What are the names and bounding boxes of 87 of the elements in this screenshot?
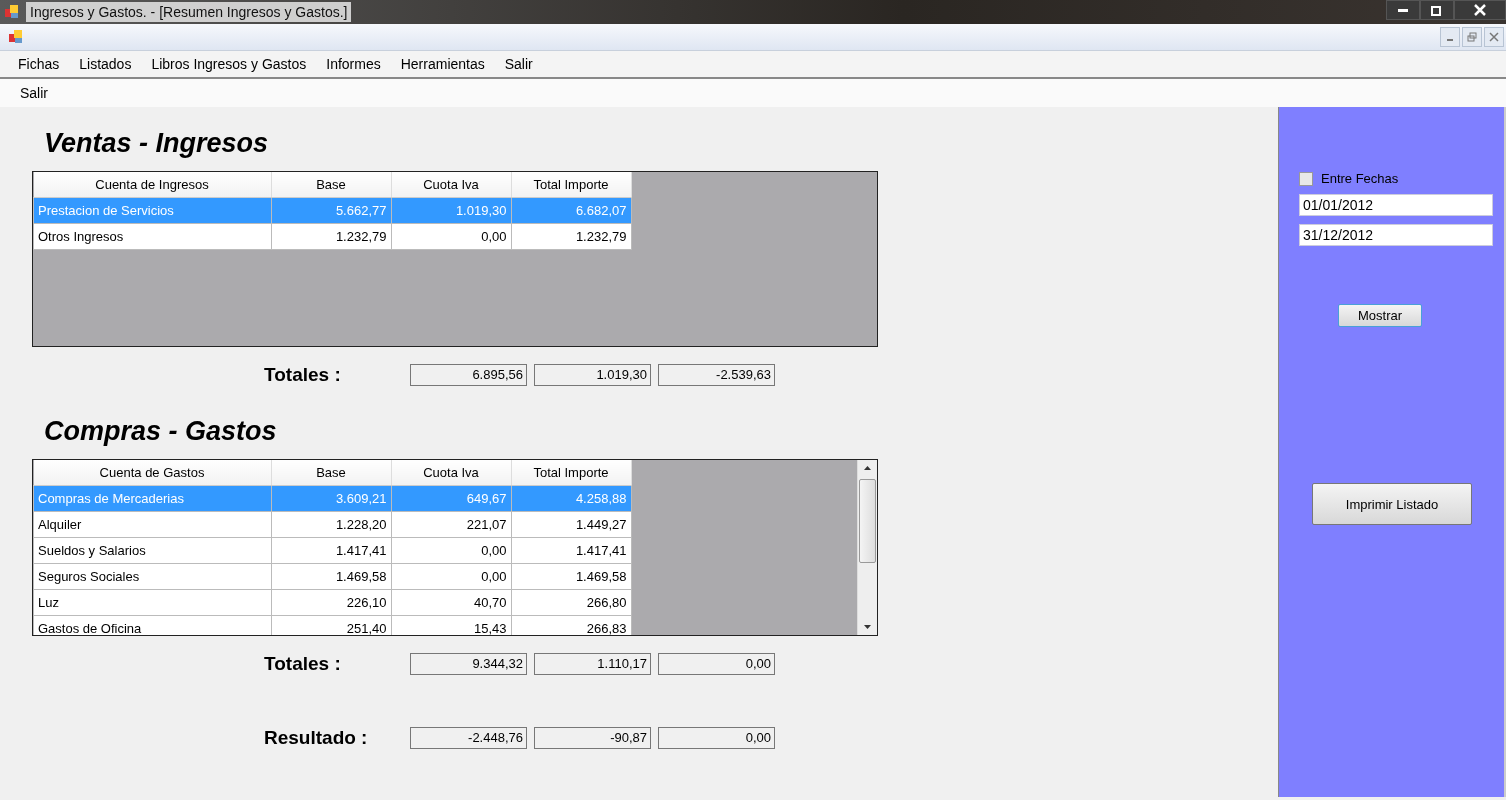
total-field: 6.895,56 (410, 364, 527, 386)
column-header[interactable]: Cuota Iva (391, 460, 511, 486)
table-row[interactable]: Gastos de Oficina 251,40 15,43 266,83 (33, 615, 631, 635)
column-header[interactable]: Base (271, 172, 391, 198)
table-cell: 1.417,41 (271, 537, 391, 564)
table-cell: 3.609,21 (271, 485, 391, 512)
table-cell: 0,00 (391, 537, 511, 564)
table-cell: Sueldos y Salarios (33, 537, 271, 564)
date-to-field[interactable]: 31/12/2012 (1299, 224, 1493, 246)
window-title: Ingresos y Gastos. - [Resumen Ingresos y Gastos.] (26, 2, 352, 22)
table-cell: 221,07 (391, 511, 511, 538)
print-button[interactable]: Imprimir Listado (1312, 483, 1472, 525)
column-header[interactable]: Cuenta de Gastos (33, 460, 271, 486)
menu-item[interactable]: Libros Ingresos y Gastos (141, 56, 317, 72)
table-cell: 1.228,20 (271, 511, 391, 538)
app-icon (4, 4, 20, 20)
table-cell: 1.232,79 (511, 223, 631, 250)
table-cell: 0,00 (391, 223, 511, 250)
column-header[interactable]: Total Importe (511, 460, 631, 486)
restore-icon (1467, 32, 1477, 42)
scroll-thumb[interactable] (859, 479, 876, 563)
column-header[interactable]: Cuenta de Ingresos (33, 172, 271, 198)
result-field: -90,87 (534, 727, 651, 749)
date-from-field[interactable]: 01/01/2012 (1299, 194, 1493, 216)
scroll-up-icon (863, 465, 872, 471)
toolbar-item[interactable]: Salir (10, 85, 58, 101)
table-cell: Seguros Sociales (33, 563, 271, 590)
restore-button[interactable] (1462, 27, 1482, 47)
table-cell: Otros Ingresos (33, 223, 271, 250)
table-cell: 1.417,41 (511, 537, 631, 564)
table-row[interactable]: Sueldos y Salarios 1.417,41 0,00 1.417,41 (33, 537, 631, 564)
table-cell: 226,10 (271, 589, 391, 616)
column-header[interactable]: Base (271, 460, 391, 486)
scrollbar[interactable] (857, 460, 877, 635)
total-field: 0,00 (658, 653, 775, 675)
table-cell: Compras de Mercaderias (33, 485, 271, 512)
app-icon (8, 29, 24, 45)
table-cell: 40,70 (391, 589, 511, 616)
section-title: Ventas - Ingresos (43, 127, 270, 160)
show-button[interactable]: Mostrar (1338, 304, 1422, 327)
minimize-button[interactable] (1386, 0, 1420, 20)
table-cell: 1.469,58 (271, 563, 391, 590)
table-cell: 649,67 (391, 485, 511, 512)
table-row[interactable]: Otros Ingresos 1.232,79 0,00 1.232,79 (33, 223, 631, 250)
table-cell: 1.232,79 (271, 223, 391, 250)
column-header[interactable]: Total Importe (511, 172, 631, 198)
maximize-button[interactable] (1420, 0, 1454, 20)
table-cell: Luz (33, 589, 271, 616)
close-icon (1489, 32, 1499, 42)
minimize-icon (1447, 39, 1453, 41)
close-button[interactable] (1454, 0, 1506, 20)
result-label: Resultado : (264, 727, 369, 749)
table-cell: 6.682,07 (511, 197, 631, 224)
total-field: 1.110,17 (534, 653, 651, 675)
result-field: 0,00 (658, 727, 775, 749)
table-cell: 5.662,77 (271, 197, 391, 224)
checkbox[interactable] (1299, 171, 1313, 186)
table-cell: 0,00 (391, 563, 511, 590)
menu-item[interactable]: Fichas (8, 56, 70, 72)
close-icon (1474, 4, 1486, 16)
menu-item[interactable]: Informes (316, 56, 391, 72)
totals-label: Totales : (264, 653, 342, 675)
result-field: -2.448,76 (410, 727, 527, 749)
scroll-down-icon (863, 624, 872, 630)
table-row[interactable]: Seguros Sociales 1.469,58 0,00 1.469,58 (33, 563, 631, 590)
table-cell: Gastos de Oficina (33, 615, 271, 635)
table-cell: Alquiler (33, 511, 271, 538)
table-cell: 1.019,30 (391, 197, 511, 224)
menu-item[interactable]: Herramientas (390, 56, 495, 72)
table-cell: 1.469,58 (511, 563, 631, 590)
checkbox-label: Entre Fechas (1321, 171, 1399, 186)
minimize-icon (1398, 8, 1408, 12)
menu-item[interactable]: Listados (69, 56, 142, 72)
table-cell: 1.449,27 (511, 511, 631, 538)
table-row[interactable]: Alquiler 1.228,20 221,07 1.449,27 (33, 511, 631, 538)
table-row[interactable]: Luz 226,10 40,70 266,80 (33, 589, 631, 616)
table-cell: 4.258,88 (511, 485, 631, 512)
section-title: Compras - Gastos (43, 415, 278, 448)
table-cell: 266,80 (511, 589, 631, 616)
table-cell: Prestacion de Servicios (33, 197, 271, 224)
column-header[interactable]: Cuota Iva (391, 172, 511, 198)
restore-icon (1431, 4, 1443, 16)
totals-label: Totales : (264, 364, 342, 386)
total-field: -2.539,63 (658, 364, 775, 386)
total-field: 9.344,32 (410, 653, 527, 675)
total-field: 1.019,30 (534, 364, 651, 386)
menu-item[interactable]: Salir (494, 56, 543, 72)
